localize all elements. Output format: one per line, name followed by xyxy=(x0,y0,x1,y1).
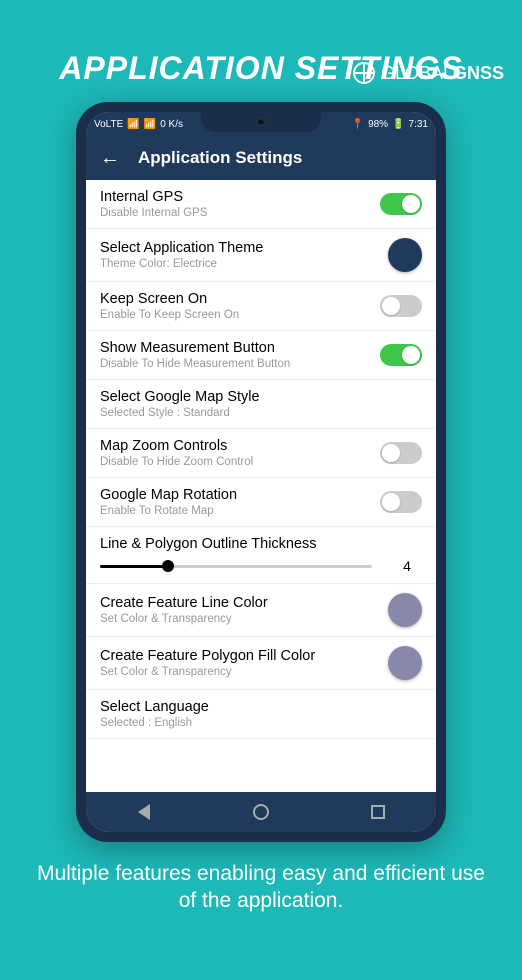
setting-subtitle: Selected : English xyxy=(100,717,422,729)
color-swatch[interactable] xyxy=(388,238,422,272)
setting-subtitle: Set Color & Transparency xyxy=(100,666,378,678)
setting-title: Line & Polygon Outline Thickness xyxy=(100,536,422,552)
signal-icon: 📶 xyxy=(127,119,139,130)
thickness-slider[interactable] xyxy=(100,565,372,568)
setting-subtitle: Enable To Rotate Map xyxy=(100,505,370,517)
setting-title: Keep Screen On xyxy=(100,291,370,307)
setting-row-slider: Line & Polygon Outline Thickness 4 xyxy=(86,527,436,584)
app-bar: ← Application Settings xyxy=(86,136,436,180)
setting-row[interactable]: Select Google Map Style Selected Style :… xyxy=(86,380,436,429)
location-icon: 📍 xyxy=(352,119,364,130)
appbar-title: Application Settings xyxy=(138,148,302,168)
setting-title: Create Feature Line Color xyxy=(100,595,378,611)
nav-back-button[interactable] xyxy=(135,803,153,821)
setting-title: Create Feature Polygon Fill Color xyxy=(100,648,378,664)
toggle-switch[interactable] xyxy=(380,442,422,464)
battery-percent: 98% xyxy=(368,119,388,130)
footer-caption: Multiple features enabling easy and effi… xyxy=(0,860,522,915)
setting-title: Select Google Map Style xyxy=(100,389,422,405)
back-button[interactable]: ← xyxy=(100,147,120,170)
color-swatch[interactable] xyxy=(388,646,422,680)
volte-indicator: VoLTE xyxy=(94,119,123,130)
phone-notch xyxy=(201,112,321,132)
setting-title: Internal GPS xyxy=(100,189,370,205)
phone-frame: VoLTE 📶 📶 0 K/s 📍 98% 🔋 7:31 ← Applicati… xyxy=(76,102,446,842)
wifi-icon: 📶 xyxy=(144,119,156,130)
setting-title: Select Application Theme xyxy=(100,240,378,256)
toggle-switch[interactable] xyxy=(380,491,422,513)
setting-subtitle: Disable Internal GPS xyxy=(100,207,370,219)
slider-value: 4 xyxy=(392,558,422,574)
setting-row: Create Feature Line Color Set Color & Tr… xyxy=(86,584,436,637)
toggle-switch[interactable] xyxy=(380,344,422,366)
setting-title: Map Zoom Controls xyxy=(100,438,370,454)
setting-subtitle: Enable To Keep Screen On xyxy=(100,309,370,321)
nav-home-button[interactable] xyxy=(252,803,270,821)
setting-title: Show Measurement Button xyxy=(100,340,370,356)
android-nav-bar xyxy=(86,792,436,832)
nav-recent-button[interactable] xyxy=(369,803,387,821)
setting-row: Select Application Theme Theme Color: El… xyxy=(86,229,436,282)
setting-row: Google Map Rotation Enable To Rotate Map xyxy=(86,478,436,527)
setting-row: Show Measurement Button Disable To Hide … xyxy=(86,331,436,380)
setting-title: Google Map Rotation xyxy=(100,487,370,503)
setting-subtitle: Selected Style : Standard xyxy=(100,407,422,419)
clock: 7:31 xyxy=(409,119,428,130)
setting-subtitle: Set Color & Transparency xyxy=(100,613,378,625)
setting-title: Select Language xyxy=(100,699,422,715)
speed-indicator: 0 K/s xyxy=(160,119,183,130)
setting-subtitle: Disable To Hide Zoom Control xyxy=(100,456,370,468)
setting-row[interactable]: Select Language Selected : English xyxy=(86,690,436,739)
color-swatch[interactable] xyxy=(388,593,422,627)
setting-subtitle: Disable To Hide Measurement Button xyxy=(100,358,370,370)
setting-row: Create Feature Polygon Fill Color Set Co… xyxy=(86,637,436,690)
setting-row: Internal GPS Disable Internal GPS xyxy=(86,180,436,229)
settings-list[interactable]: Internal GPS Disable Internal GPS Select… xyxy=(86,180,436,792)
setting-row: Map Zoom Controls Disable To Hide Zoom C… xyxy=(86,429,436,478)
setting-row: Keep Screen On Enable To Keep Screen On xyxy=(86,282,436,331)
setting-subtitle: Theme Color: Electrice xyxy=(100,258,378,270)
toggle-switch[interactable] xyxy=(380,193,422,215)
brand-logo: GLOBALGNSS xyxy=(353,62,504,84)
battery-icon: 🔋 xyxy=(392,119,404,130)
toggle-switch[interactable] xyxy=(380,295,422,317)
globe-icon xyxy=(353,62,375,84)
